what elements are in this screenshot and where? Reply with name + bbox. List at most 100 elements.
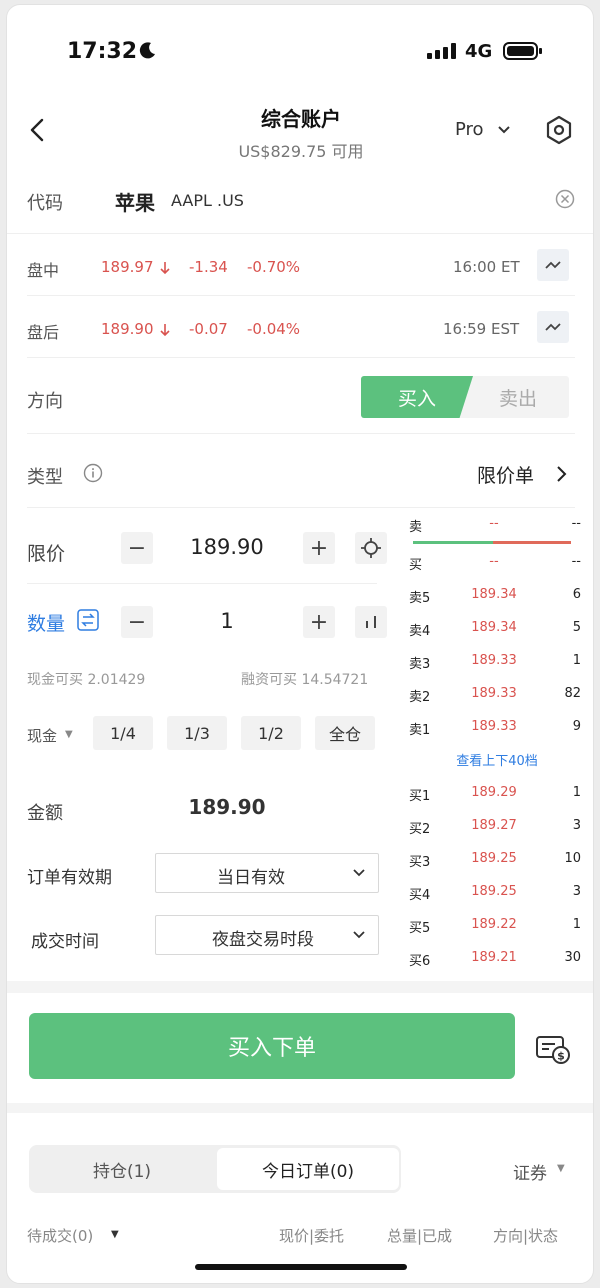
afterhours-chart-button[interactable] — [537, 311, 569, 343]
session-value: 夜盘交易时段 — [212, 930, 314, 950]
ask-qty: 6 — [572, 587, 581, 602]
trend-icon — [545, 261, 561, 269]
bid-row[interactable]: 买3 189.25 10 — [409, 848, 585, 872]
ask-level: 卖4 — [409, 624, 431, 639]
tab-today-orders[interactable]: 今日订单(0) — [217, 1148, 399, 1190]
orderbook-qty: -- — [571, 516, 581, 531]
locate-price-button[interactable] — [355, 532, 387, 564]
divider — [27, 357, 575, 358]
ask-row[interactable]: 卖5 189.34 6 — [409, 584, 585, 608]
sell-tab[interactable]: 卖出 — [467, 376, 569, 418]
fraction-third-button[interactable]: 1/3 — [167, 716, 227, 750]
quote-intraday-pct: -0.70% — [247, 258, 301, 276]
bid-price: 189.21 — [471, 950, 517, 965]
clear-icon[interactable] — [555, 189, 575, 209]
caret-down-icon[interactable]: ▼ — [65, 729, 73, 740]
ask-price: 189.34 — [471, 587, 517, 602]
bid-price: 189.29 — [471, 785, 517, 800]
quantity-input[interactable]: 1 — [157, 609, 297, 633]
tab-positions[interactable]: 持仓(1) — [29, 1145, 215, 1193]
ask-row[interactable]: 卖2 189.33 82 — [409, 683, 585, 707]
bid-row[interactable]: 买5 189.22 1 — [409, 914, 585, 938]
ask-qty: 5 — [572, 620, 581, 635]
price-decrease-button[interactable]: − — [121, 532, 153, 564]
quantity-decrease-button[interactable]: − — [121, 606, 153, 638]
mode-selector[interactable]: Pro — [455, 119, 484, 140]
orderbook-label: 买 — [409, 558, 423, 573]
bid-level: 买6 — [409, 954, 431, 969]
bid-qty: 3 — [572, 884, 581, 899]
section-divider — [7, 1103, 593, 1113]
bid-row[interactable]: 买4 189.25 3 — [409, 881, 585, 905]
divider — [7, 233, 593, 234]
security-filter[interactable]: 证券 — [513, 1159, 547, 1184]
bid-price: 189.25 — [471, 884, 517, 899]
stock-name[interactable]: 苹果 — [115, 187, 155, 216]
direction-label: 方向 — [27, 391, 63, 412]
bid-row[interactable]: 买2 189.27 3 — [409, 815, 585, 839]
bid-level: 买3 — [409, 855, 431, 870]
ask-price: 189.33 — [471, 719, 517, 734]
ask-row[interactable]: 卖3 189.33 1 — [409, 650, 585, 674]
ask-level: 卖5 — [409, 591, 431, 606]
cash-mode-label[interactable]: 现金 — [27, 725, 57, 746]
caret-down-icon[interactable]: ▼ — [557, 1163, 565, 1174]
pending-orders-filter[interactable]: 待成交(0) — [27, 1225, 93, 1246]
intraday-chart-button[interactable] — [537, 249, 569, 281]
ask-level: 卖2 — [409, 690, 431, 705]
margin-buying-power: 融资可买 14.54721 — [241, 672, 369, 688]
ask-row[interactable]: 卖4 189.34 5 — [409, 617, 585, 641]
quantity-label[interactable]: 数量 — [27, 609, 65, 636]
bid-level: 买1 — [409, 789, 431, 804]
chevron-right-icon[interactable] — [555, 465, 567, 483]
ask-row[interactable]: 卖1 189.33 9 — [409, 716, 585, 740]
quote-afterhours-price: 189.90 — [101, 320, 154, 338]
bid-qty: 1 — [572, 917, 581, 932]
fraction-quarter-button[interactable]: 1/4 — [93, 716, 153, 750]
validity-select[interactable]: 当日有效 — [155, 853, 379, 893]
swap-icon[interactable] — [77, 609, 99, 631]
price-increase-button[interactable]: + — [303, 532, 335, 564]
fraction-half-button[interactable]: 1/2 — [241, 716, 301, 750]
amount-label: 金额 — [27, 803, 63, 824]
bid-qty: 3 — [572, 818, 581, 833]
orders-segmented-control: 持仓(1) 今日订单(0) — [29, 1145, 401, 1193]
validity-label: 订单有效期 — [27, 868, 112, 888]
info-icon[interactable] — [83, 463, 103, 483]
caret-down-icon[interactable]: ▼ — [111, 1229, 119, 1240]
bid-price: 189.27 — [471, 818, 517, 833]
limit-price-input[interactable]: 189.90 — [157, 535, 297, 559]
chevron-down-icon[interactable] — [497, 125, 511, 135]
ask-qty: 1 — [572, 653, 581, 668]
bid-row[interactable]: 买6 189.21 30 — [409, 947, 585, 971]
bid-qty: 10 — [564, 851, 581, 866]
quote-afterhours-change: -0.07 — [189, 320, 228, 338]
quote-intraday-change: -1.34 — [189, 258, 228, 276]
session-select[interactable]: 夜盘交易时段 — [155, 915, 379, 955]
bid-price: 189.25 — [471, 851, 517, 866]
orderbook-price: -- — [489, 554, 499, 569]
ask-price: 189.33 — [471, 653, 517, 668]
bid-qty: 1 — [572, 785, 581, 800]
battery-icon — [503, 42, 542, 60]
funds-icon[interactable]: $ — [535, 1033, 571, 1065]
buy-submit-button[interactable]: 买入下单 — [29, 1013, 515, 1079]
home-indicator[interactable] — [195, 1264, 407, 1270]
view-more-depth-link[interactable]: 查看上下40档 — [409, 750, 585, 769]
order-type-value[interactable]: 限价单 — [477, 461, 534, 488]
crosshair-icon — [361, 538, 381, 558]
bid-level: 买2 — [409, 822, 431, 837]
fraction-all-button[interactable]: 全仓 — [315, 716, 375, 750]
column-quantity: 总量|已成 — [387, 1227, 453, 1245]
stock-ticker[interactable]: AAPL .US — [171, 191, 244, 210]
quote-intraday-label: 盘中 — [27, 261, 60, 280]
orderbook-top-ask: 卖 -- -- — [409, 513, 585, 537]
order-type-label: 类型 — [27, 467, 63, 488]
quantity-increase-button[interactable]: + — [303, 606, 335, 638]
svg-text:$: $ — [557, 1050, 565, 1063]
quantity-depth-button[interactable] — [355, 606, 387, 638]
settings-icon[interactable] — [545, 115, 573, 145]
divider — [27, 295, 575, 296]
buy-tab[interactable]: 买入 — [361, 376, 473, 418]
bid-row[interactable]: 买1 189.29 1 — [409, 782, 585, 806]
